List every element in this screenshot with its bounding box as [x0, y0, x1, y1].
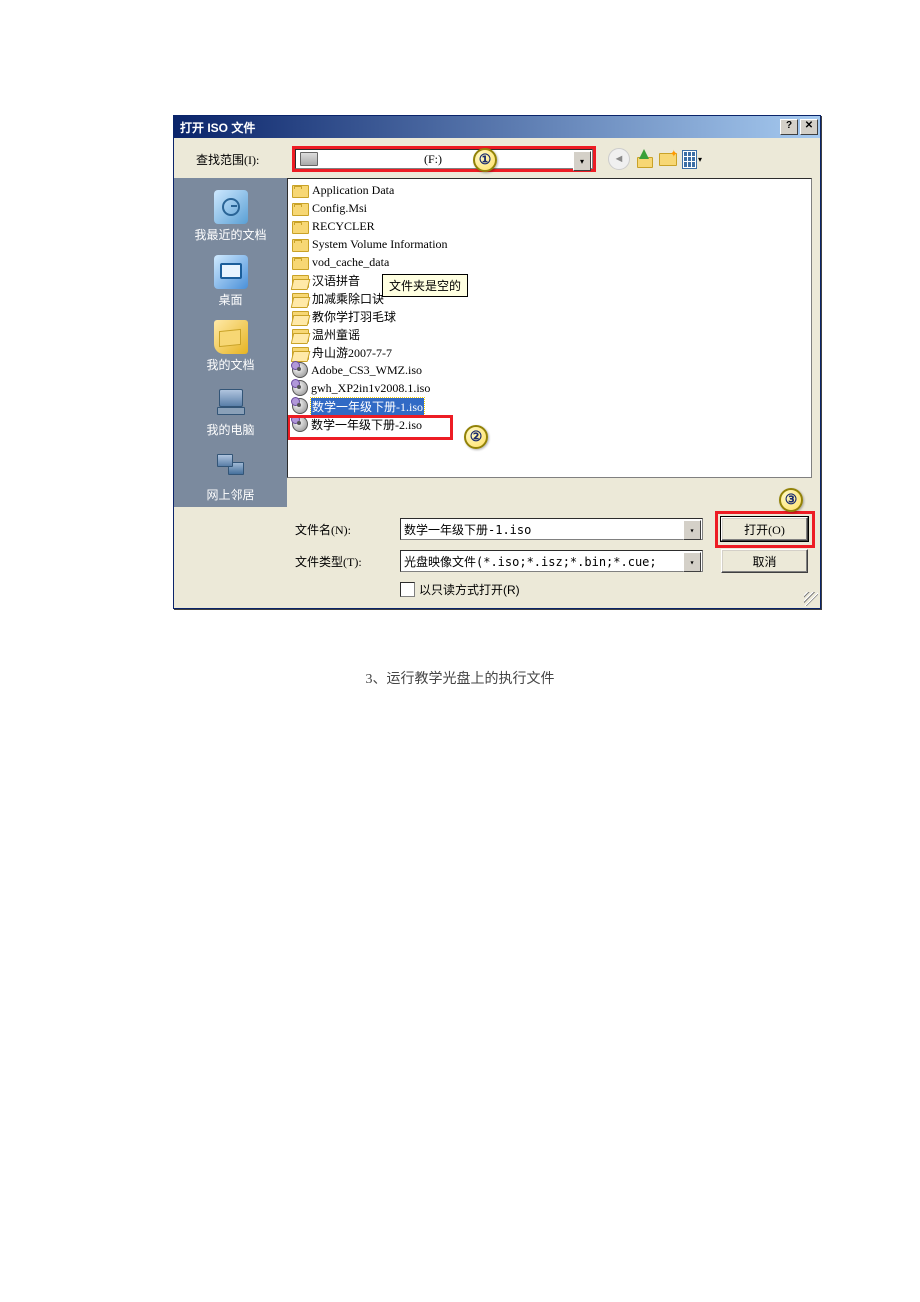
open-button[interactable]: 打开(O) — [721, 517, 808, 541]
file-item-label: RECYCLER — [312, 219, 375, 234]
folder-icon — [292, 203, 309, 216]
lookin-dropdown[interactable]: (F:) ▾ — [295, 149, 593, 169]
resize-grip-icon[interactable] — [804, 592, 818, 606]
nav-icons: ◄ ✦ ▾ — [608, 148, 702, 170]
place-desktop[interactable]: 桌面 — [186, 251, 276, 312]
desktop-icon — [214, 255, 248, 289]
iso-file-icon — [292, 416, 308, 432]
drive-label: (F:) — [324, 152, 592, 167]
network-icon — [214, 450, 248, 484]
close-button[interactable]: ✕ — [800, 119, 818, 135]
file-item-label: 数学一年级下册-2.iso — [311, 416, 422, 433]
filename-input[interactable]: 数学一年级下册-1.iso ▾ — [400, 518, 703, 540]
iso-file-icon — [292, 380, 308, 396]
place-recent[interactable]: 我最近的文档 — [186, 186, 276, 247]
place-mycomputer[interactable]: 我的电脑 — [186, 381, 276, 442]
recent-docs-icon — [214, 190, 248, 224]
file-item-label: 教你学打羽毛球 — [312, 308, 396, 325]
help-button[interactable]: ? — [780, 119, 798, 135]
dialog-body: 我最近的文档 桌面 我的文档 我的电脑 网上邻居 Application Dat… — [174, 178, 820, 507]
file-list-area[interactable]: Application Data Config.Msi RECYCLER System… — [287, 178, 812, 478]
lookin-row: 查找范围(I): (F:) ▾ ① ◄ ✦ ▾ — [174, 138, 820, 178]
file-item-label: 数学一年级下册-1.iso — [311, 398, 424, 415]
file-item[interactable]: RECYCLER — [290, 217, 809, 235]
filename-dropdown-button[interactable]: ▾ — [683, 520, 701, 540]
places-bar: 我最近的文档 桌面 我的文档 我的电脑 网上邻居 — [174, 178, 287, 507]
filename-row: 文件名(N): 数学一年级下册-1.iso ▾ 打开(O) ③ — [287, 517, 808, 541]
filetype-dropdown[interactable]: 光盘映像文件(*.iso;*.isz;*.bin;*.cue;*.nrg;*.m… — [400, 550, 703, 572]
file-item-label: vod_cache_data — [312, 255, 389, 270]
iso-file-icon — [292, 362, 308, 378]
file-item[interactable]: 数学一年级下册-1.iso — [290, 397, 809, 415]
nav-back-icon[interactable]: ◄ — [608, 148, 630, 170]
callout-2: ② — [464, 425, 488, 449]
callout-3: ③ — [779, 488, 803, 512]
readonly-row: 以只读方式打开(R) — [400, 581, 808, 598]
filetype-label: 文件类型(T): — [287, 553, 400, 570]
folder-icon — [292, 257, 309, 270]
mycomputer-icon — [214, 385, 248, 419]
folder-icon — [292, 311, 309, 324]
file-item-label: gwh_XP2in1v2008.1.iso — [311, 381, 430, 396]
readonly-checkbox[interactable] — [400, 582, 415, 597]
place-recent-label: 我最近的文档 — [194, 226, 266, 243]
file-item[interactable]: 温州童谣 — [290, 325, 809, 343]
folder-icon — [292, 239, 309, 252]
mydocs-icon — [214, 320, 248, 354]
filename-label: 文件名(N): — [287, 521, 400, 538]
place-mycomputer-label: 我的电脑 — [206, 421, 254, 438]
place-desktop-label: 桌面 — [218, 291, 242, 308]
folder-icon — [292, 221, 309, 234]
file-item[interactable]: 数学一年级下册-2.iso — [290, 415, 809, 433]
lookin-label: 查找范围(I): — [196, 151, 286, 168]
filetype-row: 文件类型(T): 光盘映像文件(*.iso;*.isz;*.bin;*.cue;… — [287, 549, 808, 573]
lookin-dropdown-button[interactable]: ▾ — [573, 151, 591, 171]
nav-up-icon[interactable] — [634, 149, 654, 169]
place-mydocs[interactable]: 我的文档 — [186, 316, 276, 377]
file-item[interactable]: 加减乘除口诀 — [290, 289, 809, 307]
file-item-label: Application Data — [312, 183, 394, 198]
titlebar[interactable]: 打开 ISO 文件 ? ✕ — [174, 116, 820, 138]
bottom-panel: 文件名(N): 数学一年级下册-1.iso ▾ 打开(O) ③ 文件类型(T):… — [287, 507, 820, 608]
file-item[interactable]: 教你学打羽毛球 — [290, 307, 809, 325]
nav-view-icon[interactable]: ▾ — [682, 149, 702, 169]
file-item[interactable]: 汉语拼音 — [290, 271, 809, 289]
empty-folder-tooltip: 文件夹是空的 — [382, 274, 468, 297]
file-item[interactable]: System Volume Information — [290, 235, 809, 253]
lookin-highlight: (F:) ▾ ① — [292, 146, 596, 172]
folder-icon — [292, 347, 309, 360]
file-item-label: 舟山游2007-7-7 — [312, 344, 392, 361]
folder-icon — [292, 185, 309, 198]
file-item[interactable]: Application Data — [290, 181, 809, 199]
callout-1: ① — [473, 148, 497, 172]
filetype-value: 光盘映像文件(*.iso;*.isz;*.bin;*.cue;*.nrg;*.m… — [404, 553, 654, 570]
open-iso-dialog: 打开 ISO 文件 ? ✕ 查找范围(I): (F:) ▾ ① ◄ ✦ — [173, 115, 821, 609]
file-item-label: 加减乘除口诀 — [312, 290, 384, 307]
file-item-label: 汉语拼音 — [312, 272, 360, 289]
readonly-label: 以只读方式打开(R) — [419, 581, 520, 598]
page-caption: 3、运行教学光盘上的执行文件 — [0, 668, 920, 688]
place-network[interactable]: 网上邻居 — [186, 446, 276, 507]
filetype-dropdown-button[interactable]: ▾ — [683, 552, 701, 572]
file-item[interactable]: Adobe_CS3_WMZ.iso — [290, 361, 809, 379]
folder-icon — [292, 293, 309, 306]
file-item[interactable]: Config.Msi — [290, 199, 809, 217]
file-item[interactable]: 舟山游2007-7-7 — [290, 343, 809, 361]
iso-file-icon — [292, 398, 308, 414]
place-mydocs-label: 我的文档 — [206, 356, 254, 373]
file-item-label: Config.Msi — [312, 201, 367, 216]
folder-icon — [292, 329, 309, 342]
cancel-button[interactable]: 取消 — [721, 549, 808, 573]
drive-icon — [300, 152, 318, 166]
title-text: 打开 ISO 文件 — [180, 119, 778, 136]
nav-newfolder-icon[interactable]: ✦ — [658, 149, 678, 169]
file-item-label: 温州童谣 — [312, 326, 360, 343]
folder-icon — [292, 275, 309, 288]
file-item-label: System Volume Information — [312, 237, 448, 252]
file-item-label: Adobe_CS3_WMZ.iso — [311, 363, 422, 378]
file-item[interactable]: gwh_XP2in1v2008.1.iso — [290, 379, 809, 397]
place-network-label: 网上邻居 — [206, 486, 254, 503]
filename-value: 数学一年级下册-1.iso — [404, 521, 531, 538]
file-item[interactable]: vod_cache_data — [290, 253, 809, 271]
